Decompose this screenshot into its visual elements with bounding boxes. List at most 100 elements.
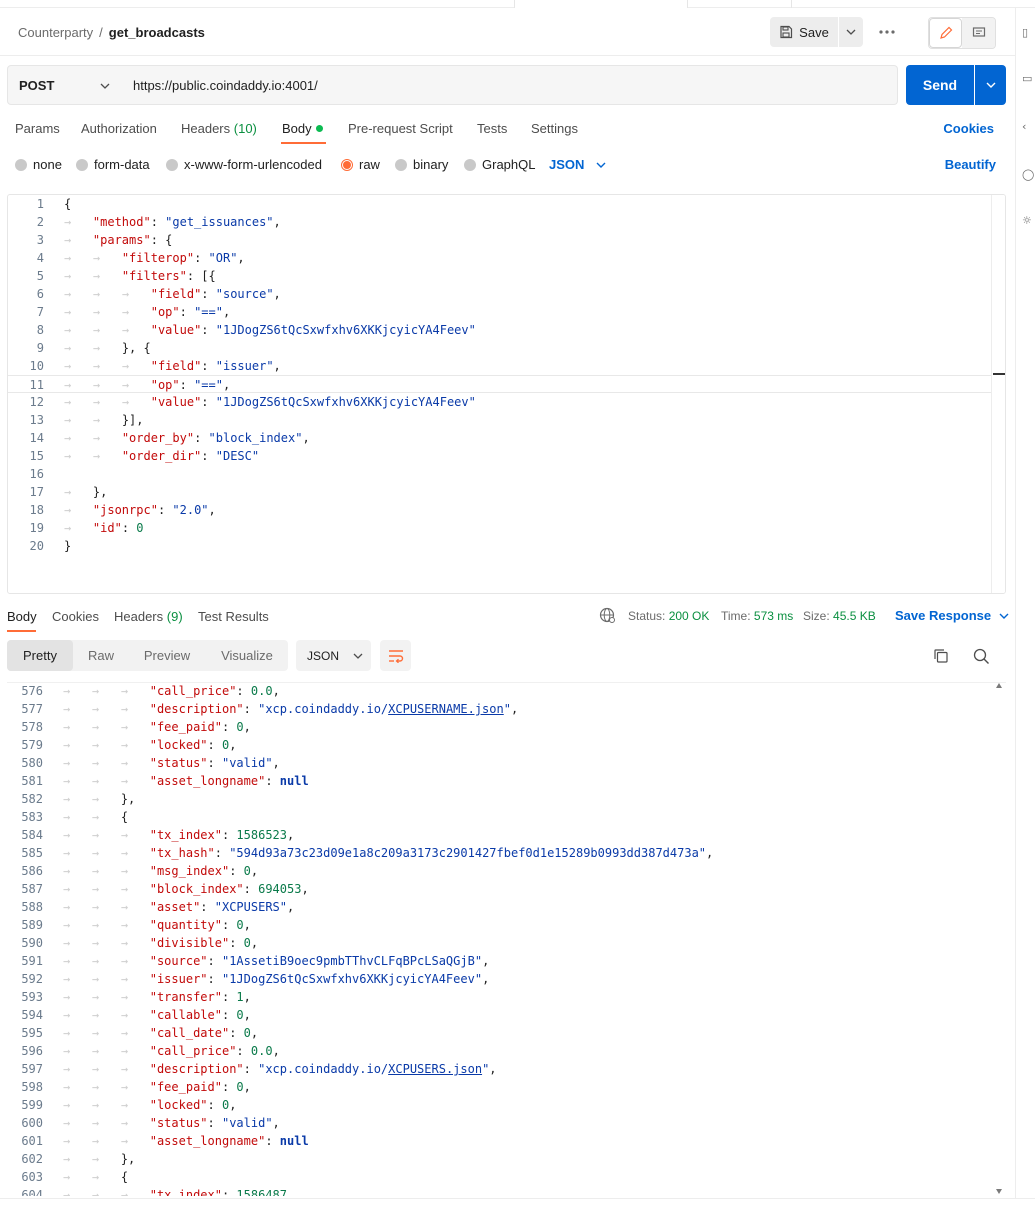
code-line: 1{	[8, 195, 992, 213]
radio[interactable]	[395, 158, 407, 171]
save-response-label: Save Response	[895, 608, 992, 623]
code-line: 5 → → "filters": [{	[8, 267, 992, 285]
search-icon[interactable]	[973, 648, 990, 665]
radio[interactable]	[166, 158, 178, 171]
code-line: 599 → → → "locked": 0,	[7, 1096, 991, 1114]
comments-mode-button[interactable]	[962, 18, 995, 48]
body-type-none[interactable]: none	[15, 157, 62, 172]
info-icon[interactable]: ◯	[1022, 168, 1034, 182]
tab-tests[interactable]: Tests	[477, 121, 507, 136]
response-status[interactable]: Status: 200 OK	[628, 609, 709, 623]
code-line: 598 → → → "fee_paid": 0,	[7, 1078, 991, 1096]
body-type-form-data[interactable]: form-data	[76, 157, 150, 172]
view-raw-button[interactable]: Raw	[75, 640, 127, 671]
response-format-select[interactable]: JSON	[296, 640, 371, 671]
documentation-icon[interactable]: ▯	[1022, 26, 1034, 40]
code-line: 588 → → → "asset": "XCPUSERS",	[7, 898, 991, 916]
code-line: 589 → → → "quantity": 0,	[7, 916, 991, 934]
radio[interactable]	[76, 158, 88, 171]
request-header: Counterparty / get_broadcasts Save	[0, 8, 1015, 56]
send-options-button[interactable]	[975, 65, 1006, 105]
code-icon[interactable]: ‹	[1022, 120, 1034, 134]
code-text: → → → "fee_paid": 0,	[63, 720, 251, 734]
radio[interactable]	[464, 158, 476, 171]
view-pretty-button[interactable]: Pretty	[7, 640, 73, 671]
view-visualize-button[interactable]: Visualize	[207, 640, 287, 671]
response-tab-test-results[interactable]: Test Results	[198, 609, 269, 624]
body-type-graphql[interactable]: GraphQL	[464, 157, 535, 172]
edit-mode-button[interactable]	[929, 18, 962, 48]
radio[interactable]	[15, 158, 27, 171]
body-type-none-label: none	[33, 157, 62, 172]
wrap-lines-button[interactable]	[380, 640, 411, 671]
body-type-urlencoded[interactable]: x-www-form-urlencoded	[166, 157, 322, 172]
code-text: → → → "asset_longname": null	[63, 1134, 309, 1148]
globe-icon[interactable]	[599, 607, 616, 624]
method-select[interactable]: POST	[7, 65, 123, 105]
tab-headers[interactable]: Headers (10)	[181, 121, 257, 136]
line-number: 5	[36, 269, 44, 283]
send-button[interactable]: Send	[906, 65, 974, 105]
code-text: → → }, {	[64, 341, 151, 355]
tab-pre-request-script[interactable]: Pre-request Script	[348, 121, 453, 136]
settings-icon[interactable]: ☼	[1022, 214, 1034, 228]
response-tab-body[interactable]: Body	[7, 609, 37, 624]
request-tabs: Params Authorization Headers (10) Body P…	[0, 113, 1015, 145]
language-select[interactable]: JSON	[549, 157, 606, 172]
save-button[interactable]: Save	[770, 17, 838, 47]
save-options-button[interactable]	[839, 17, 863, 47]
url-input[interactable]: https://public.coindaddy.io:4001/	[122, 65, 898, 105]
line-number: 2	[36, 215, 44, 229]
scroll-up-arrow[interactable]	[996, 683, 1002, 688]
code-text: → → "order_dir": "DESC"	[64, 449, 260, 463]
response-size[interactable]: Size: 45.5 KB	[803, 609, 876, 623]
request-body-editor[interactable]: 1{2 → "method": "get_issuances", 3 → "param…	[7, 194, 1006, 594]
breadcrumb-collection[interactable]: Counterparty	[18, 25, 93, 40]
view-preview-button[interactable]: Preview	[131, 640, 203, 671]
time-label: Time:	[721, 609, 751, 623]
tab-settings[interactable]: Settings	[531, 121, 578, 136]
tab-params[interactable]: Params	[15, 121, 60, 136]
code-text: → "jsonrpc": "2.0",	[64, 503, 216, 517]
comment-icon	[972, 27, 985, 37]
response-body-viewer[interactable]: 576 → → → "call_price": 0.0, 577 → → → "des…	[7, 682, 1006, 1196]
code-line: 594 → → → "callable": 0,	[7, 1006, 991, 1024]
more-actions-button[interactable]	[872, 17, 902, 47]
cookies-link[interactable]: Cookies	[943, 121, 994, 136]
code-line: 581 → → → "asset_longname": null	[7, 772, 991, 790]
body-type-raw[interactable]: raw	[341, 157, 380, 172]
response-view-bar: Pretty Raw Preview Visualize JSON	[7, 640, 1007, 672]
method-value: POST	[19, 77, 55, 93]
line-number: 14	[29, 431, 44, 445]
body-type-binary[interactable]: binary	[395, 157, 448, 172]
breadcrumb: Counterparty / get_broadcasts	[18, 25, 205, 40]
response-tab-cookies[interactable]: Cookies	[52, 609, 99, 624]
response-scrollbar[interactable]	[994, 683, 1006, 1196]
code-text: → "id": 0	[64, 521, 144, 535]
scroll-down-arrow[interactable]	[996, 1189, 1002, 1194]
copy-icon[interactable]	[933, 648, 949, 664]
line-number: 19	[29, 521, 44, 535]
code-line: 584 → → → "tx_index": 1586523,	[7, 826, 991, 844]
breadcrumb-request[interactable]: get_broadcasts	[109, 25, 205, 40]
save-response-button[interactable]: Save Response	[895, 608, 1009, 623]
beautify-link[interactable]: Beautify	[945, 157, 996, 172]
code-text: → → → "call_price": 0.0,	[63, 1044, 280, 1058]
line-number: 602	[21, 1152, 43, 1166]
tab-body[interactable]: Body	[282, 121, 323, 136]
code-line: 595 → → → "call_date": 0,	[7, 1024, 991, 1042]
response-time[interactable]: Time: 573 ms	[721, 609, 793, 623]
comments-icon[interactable]: ▭	[1022, 72, 1034, 86]
response-tab-headers[interactable]: Headers (9)	[114, 609, 183, 624]
line-number: 579	[21, 738, 43, 752]
tab[interactable]	[688, 0, 792, 8]
radio-selected[interactable]	[341, 158, 353, 171]
editor-scrollbar[interactable]	[991, 195, 1005, 593]
line-number: 1	[36, 197, 44, 211]
wrap-lines-icon	[388, 649, 403, 663]
tab-authorization[interactable]: Authorization	[81, 121, 157, 136]
code-text: → → → "callable": 0,	[63, 1008, 251, 1022]
code-line: 597 → → → "description": "xcp.coindaddy.i…	[7, 1060, 991, 1078]
active-tab[interactable]	[514, 0, 688, 8]
line-number: 15	[29, 449, 44, 463]
